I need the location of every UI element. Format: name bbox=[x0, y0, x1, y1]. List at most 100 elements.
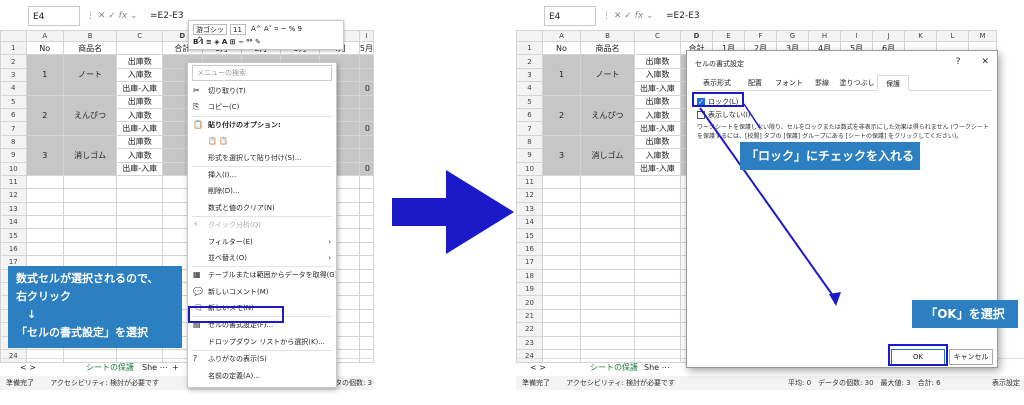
formula-text[interactable]: =E2-E3 bbox=[150, 6, 184, 26]
col-header[interactable]: H bbox=[808, 30, 841, 42]
cell[interactable] bbox=[542, 241, 581, 257]
cell[interactable] bbox=[634, 322, 681, 337]
row-header[interactable]: 15 bbox=[516, 228, 543, 243]
row-header[interactable]: 3 bbox=[516, 67, 543, 83]
row-header[interactable]: 19 bbox=[516, 282, 543, 297]
name-box[interactable]: E4 bbox=[28, 6, 80, 26]
cell[interactable] bbox=[116, 228, 164, 243]
cell[interactable] bbox=[634, 335, 681, 350]
cell[interactable]: えんぴつ bbox=[62, 94, 118, 136]
row-header[interactable]: 16 bbox=[516, 241, 543, 257]
cell[interactable]: No bbox=[542, 40, 581, 56]
col-header[interactable]: I bbox=[840, 30, 873, 42]
row-header[interactable]: 10 bbox=[516, 161, 543, 176]
cell[interactable] bbox=[358, 134, 374, 150]
cell[interactable] bbox=[116, 201, 164, 217]
cell[interactable] bbox=[634, 241, 681, 257]
row-header[interactable]: 21 bbox=[516, 308, 543, 324]
cell[interactable]: 3 bbox=[542, 134, 581, 176]
cell[interactable]: 5月 bbox=[358, 40, 374, 56]
menu-item[interactable]: ドロップダウン リストから選択(K)... bbox=[188, 334, 336, 350]
display-settings[interactable]: 表示設定 bbox=[992, 376, 1020, 390]
row-header[interactable]: 20 bbox=[516, 295, 543, 310]
cell[interactable] bbox=[358, 148, 374, 163]
row-header[interactable]: 11 bbox=[0, 174, 27, 190]
col-header[interactable]: B bbox=[62, 30, 118, 42]
cell[interactable] bbox=[358, 241, 374, 257]
cell[interactable]: 入庫数 bbox=[116, 148, 164, 163]
cell[interactable] bbox=[358, 282, 374, 297]
row-header[interactable]: 5 bbox=[516, 94, 543, 109]
menu-item[interactable]: 📋 📋 bbox=[188, 133, 336, 149]
dialog-tab[interactable]: 表示形式 bbox=[697, 75, 737, 91]
dialog-tab[interactable]: 罫線 bbox=[807, 75, 837, 91]
hide-label[interactable]: 表示しない(I) bbox=[708, 110, 751, 120]
cell[interactable] bbox=[25, 241, 64, 257]
cell[interactable] bbox=[358, 215, 374, 230]
cell[interactable] bbox=[358, 228, 374, 243]
row-header[interactable]: 18 bbox=[516, 268, 543, 284]
col-header[interactable]: J bbox=[872, 30, 905, 42]
cell[interactable] bbox=[358, 174, 374, 190]
cell[interactable] bbox=[580, 255, 635, 270]
menu-item[interactable]: 挿入(I)... bbox=[188, 167, 336, 183]
help-icon[interactable]: ? bbox=[956, 57, 961, 67]
cell[interactable]: 1 bbox=[542, 54, 581, 96]
cell[interactable] bbox=[634, 201, 681, 217]
accessibility-status[interactable]: アクセシビリティ: 検討が必要です bbox=[50, 379, 159, 387]
sheet-nav-right[interactable]: < > bbox=[530, 359, 546, 377]
row-header[interactable]: 8 bbox=[0, 134, 27, 150]
cell[interactable]: 出庫-入庫 bbox=[116, 81, 164, 96]
col-header[interactable]: F bbox=[744, 30, 777, 42]
cell[interactable] bbox=[542, 282, 581, 297]
cell[interactable] bbox=[116, 174, 164, 190]
dialog-tab[interactable]: 保護 bbox=[877, 75, 909, 91]
row-header[interactable]: 16 bbox=[0, 241, 27, 257]
row-header[interactable]: 7 bbox=[0, 121, 27, 136]
cell[interactable]: 出庫数 bbox=[634, 134, 681, 150]
cell[interactable] bbox=[580, 174, 635, 190]
cell[interactable] bbox=[634, 268, 681, 284]
cell[interactable] bbox=[62, 215, 118, 230]
cell[interactable] bbox=[358, 295, 374, 310]
row-header[interactable]: 4 bbox=[0, 81, 27, 96]
cell[interactable] bbox=[634, 228, 681, 243]
cell[interactable] bbox=[542, 322, 581, 337]
cell[interactable]: 出庫数 bbox=[116, 94, 164, 109]
cell[interactable] bbox=[542, 174, 581, 190]
row-header[interactable]: 9 bbox=[0, 148, 27, 163]
style-icons[interactable]: B I ≡ ◈ A ⊞ ~ ⁰⁰ ✎ bbox=[193, 37, 261, 48]
cell[interactable]: 消しゴム bbox=[62, 134, 118, 176]
col-header[interactable]: C bbox=[116, 30, 164, 42]
cell[interactable] bbox=[580, 215, 635, 230]
row-header[interactable]: 10 bbox=[0, 161, 27, 176]
formula-icons[interactable]: ⋮ ✕ ✓ fx ⌄ bbox=[86, 6, 138, 26]
font-select[interactable]: 游ゴシック bbox=[193, 24, 227, 44]
cell[interactable] bbox=[542, 335, 581, 350]
row-header[interactable]: 2 bbox=[0, 54, 27, 69]
col-header[interactable]: B bbox=[580, 30, 635, 42]
cell[interactable] bbox=[542, 201, 581, 217]
row-header[interactable]: 23 bbox=[516, 335, 543, 350]
cell[interactable]: 2 bbox=[25, 94, 64, 136]
cell[interactable] bbox=[634, 174, 681, 190]
row-header[interactable]: 6 bbox=[0, 107, 27, 123]
cell[interactable] bbox=[634, 308, 681, 324]
cell[interactable]: 出庫-入庫 bbox=[116, 121, 164, 136]
cell[interactable]: 0 bbox=[358, 121, 374, 136]
cell[interactable]: えんぴつ bbox=[580, 94, 635, 136]
col-header[interactable]: A bbox=[542, 30, 581, 42]
cell[interactable] bbox=[116, 40, 164, 56]
menu-item[interactable]: 形式を選択して貼り付け(S)... bbox=[188, 150, 336, 166]
col-header[interactable]: E bbox=[712, 30, 745, 42]
row-header[interactable]: 7 bbox=[516, 121, 543, 136]
cell[interactable] bbox=[580, 335, 635, 350]
hide-checkbox[interactable] bbox=[697, 111, 705, 119]
menu-search-input[interactable]: メニューの検索 bbox=[192, 65, 332, 81]
cell[interactable] bbox=[62, 174, 118, 190]
cell[interactable] bbox=[634, 295, 681, 310]
cell[interactable]: 商品名 bbox=[62, 40, 118, 56]
row-header[interactable]: 6 bbox=[516, 107, 543, 123]
cell[interactable] bbox=[358, 188, 374, 203]
formula-icons-right[interactable]: ⋮ ✕ ✓ fx ⌄ bbox=[602, 6, 654, 26]
